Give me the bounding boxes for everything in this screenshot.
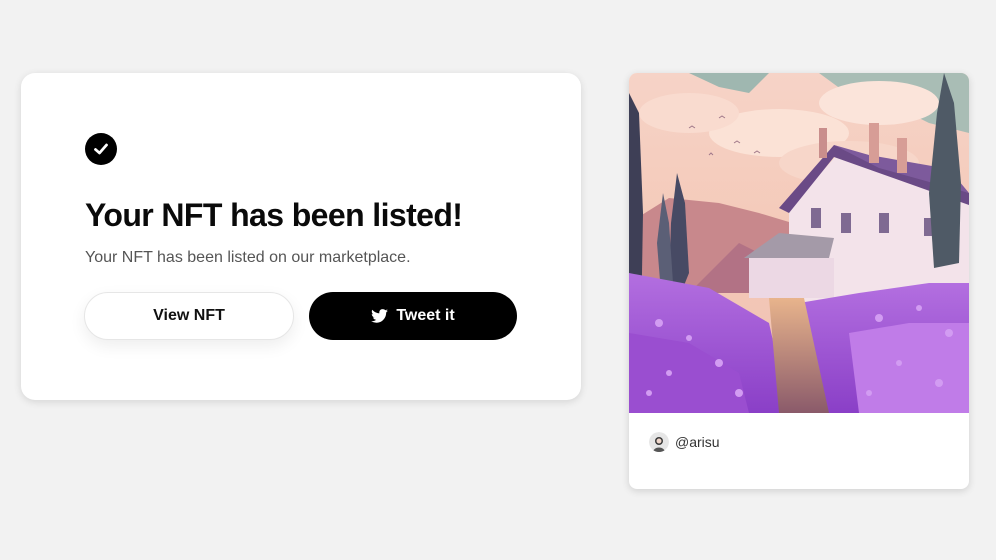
view-nft-label: View NFT xyxy=(153,307,225,324)
tweet-label: Tweet it xyxy=(396,307,455,324)
view-nft-button[interactable]: View NFT xyxy=(84,292,294,340)
success-title: Your NFT has been listed! xyxy=(85,197,463,233)
twitter-icon xyxy=(371,309,389,323)
owner-info[interactable]: @arisu xyxy=(649,432,720,452)
nft-artwork-image[interactable] xyxy=(629,73,969,413)
success-subtitle: Your NFT has been listed on our marketpl… xyxy=(85,249,411,266)
tweet-button[interactable]: Tweet it xyxy=(309,292,517,340)
listing-success-card: Your NFT has been listed! Your NFT has b… xyxy=(21,73,581,400)
owner-username: @arisu xyxy=(675,434,720,450)
avatar-icon[interactable] xyxy=(649,432,669,452)
nft-card[interactable]: @arisu xyxy=(629,73,969,489)
check-circle-icon xyxy=(85,133,117,165)
